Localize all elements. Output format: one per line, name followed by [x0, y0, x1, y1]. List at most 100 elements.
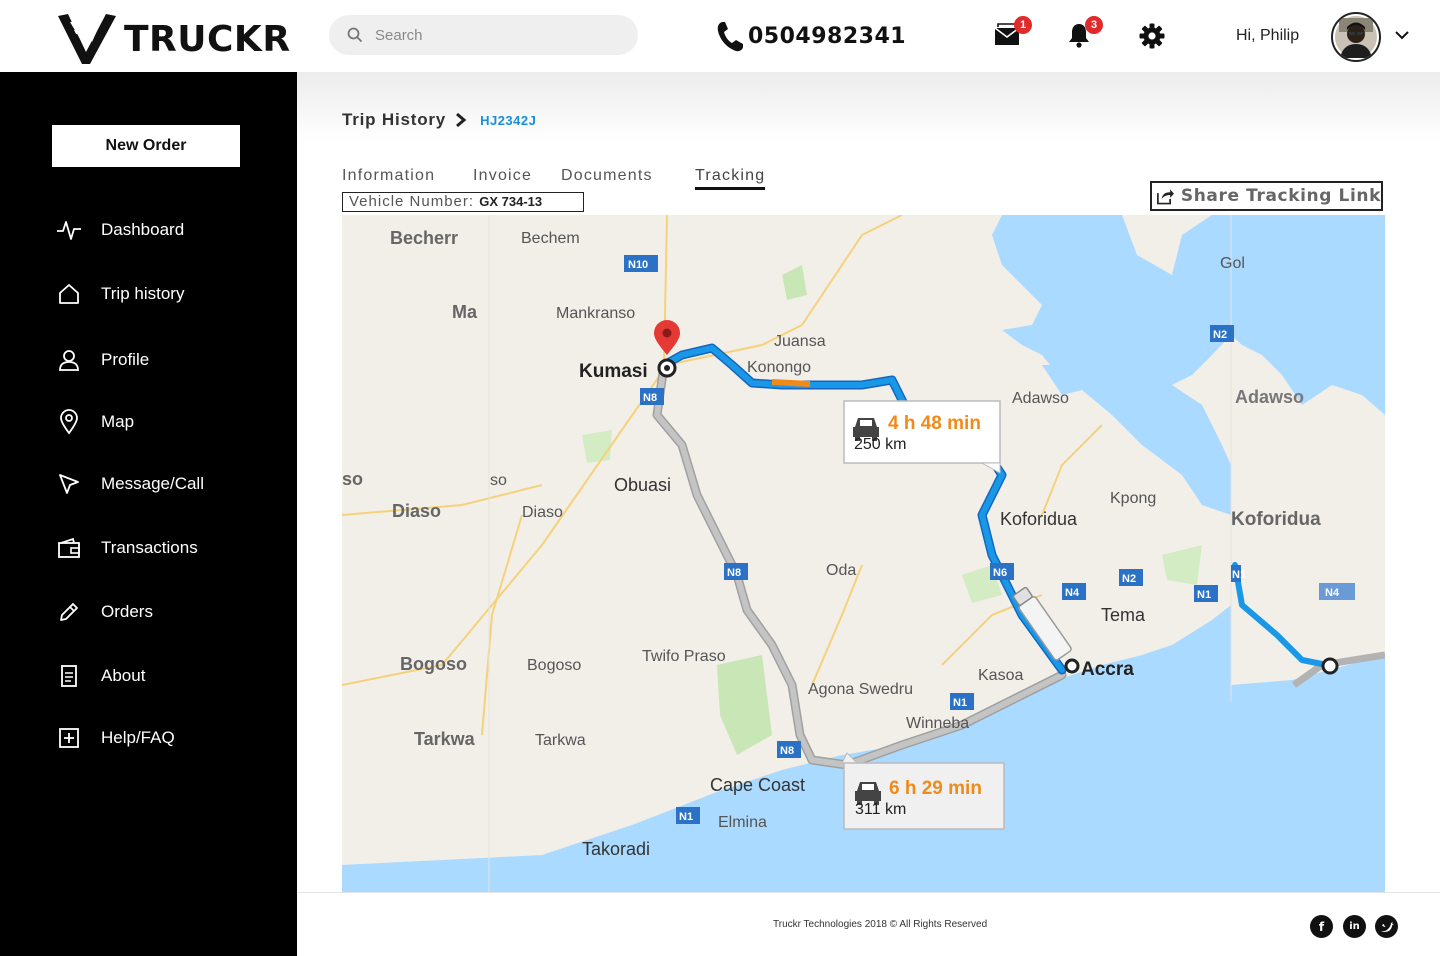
phone-number[interactable]: 0504982341 [716, 20, 906, 52]
sidebar-item-orders[interactable]: Orders [56, 599, 153, 625]
road-label: N6 [993, 567, 1007, 579]
road-label: N1 [953, 697, 967, 709]
new-order-button[interactable]: New Order [52, 125, 240, 167]
twitter-icon[interactable] [1375, 915, 1398, 938]
share-icon [1157, 189, 1174, 205]
sidebar: New Order Dashboard Trip history Profile… [0, 72, 297, 956]
place-label: Tarkwa [535, 732, 586, 749]
phone-icon [717, 22, 743, 52]
user-icon [59, 350, 79, 371]
sidebar-item-label: Orders [101, 602, 153, 621]
settings-button[interactable] [1139, 23, 1165, 54]
sidebar-item-about[interactable]: About [56, 663, 145, 689]
facebook-icon[interactable]: f [1310, 915, 1333, 938]
share-tracking-link-button[interactable]: Share Tracking Link [1150, 181, 1383, 211]
sidebar-item-transactions[interactable]: Transactions [56, 535, 198, 561]
place-label: Bogoso [400, 654, 467, 674]
road-label: N8 [780, 745, 794, 757]
place-label: Elmina [718, 814, 767, 831]
place-label: Winneba [906, 715, 969, 732]
route-distance: 250 km [854, 436, 906, 453]
vehicle-number-label: Vehicle Number: [349, 193, 475, 210]
pencil-icon [60, 603, 78, 621]
linkedin-icon[interactable]: in [1343, 915, 1366, 938]
plus-square-icon [59, 728, 79, 748]
user-photo [1335, 16, 1377, 58]
phone-number-text: 0504982341 [748, 23, 907, 49]
road-label: N4 [1065, 587, 1080, 599]
tab-tracking[interactable]: Tracking [695, 167, 766, 190]
place-label: Becherr [390, 228, 458, 248]
document-icon [61, 665, 77, 687]
tab-information[interactable]: Information [342, 167, 435, 185]
sidebar-item-trip-history[interactable]: Trip history [56, 281, 184, 307]
home-icon [59, 284, 79, 304]
search-icon [347, 27, 363, 43]
truckr-logo-icon [58, 14, 116, 64]
place-label: Adawso [1235, 387, 1304, 407]
vehicle-number-value: GX 734-13 [479, 194, 543, 209]
place-label: Tarkwa [414, 729, 476, 749]
pulse-icon [57, 221, 81, 240]
brand-name: TRUCKR [124, 18, 291, 60]
share-tracking-link-label: Share Tracking Link [1180, 186, 1381, 206]
route-duration: 4 h 48 min [888, 413, 981, 434]
place-label: so [342, 469, 363, 489]
sidebar-item-dashboard[interactable]: Dashboard [56, 217, 184, 243]
road-label: N1 [1197, 589, 1211, 601]
place-label: Bechem [521, 230, 580, 247]
sidebar-item-label: Message/Call [101, 474, 204, 493]
sidebar-item-label: Profile [101, 350, 150, 369]
tracking-map[interactable]: N10 N8 N8 N8 N6 N4 N4 N2 N2 N1 N1 N1 N1 … [342, 215, 1385, 897]
map-canvas[interactable]: N10 N8 N8 N8 N6 N4 N4 N2 N2 N1 N1 N1 N1 … [342, 215, 1385, 897]
sidebar-item-label: Trip history [101, 284, 185, 303]
place-label: Diaso [392, 501, 441, 521]
wallet-icon [58, 537, 80, 558]
top-header: TRUCKR 0504982341 1 3 [0, 0, 1440, 72]
place-label: Mankranso [556, 305, 635, 322]
sidebar-item-profile[interactable]: Profile [56, 347, 149, 373]
place-label: Kpong [1110, 490, 1156, 507]
tab-invoice[interactable]: Invoice [473, 167, 532, 185]
avatar[interactable] [1331, 12, 1381, 62]
twitter-bird-glyph [1380, 921, 1394, 932]
place-label: Konongo [747, 359, 811, 376]
gear-icon [1139, 23, 1165, 49]
place-label: Diaso [522, 504, 563, 521]
map-pin-icon [60, 409, 78, 435]
sidebar-item-map[interactable]: Map [56, 409, 134, 435]
place-label: Takoradi [582, 839, 650, 859]
tab-documents[interactable]: Documents [561, 167, 653, 185]
search-bar[interactable] [329, 15, 638, 55]
road-label: N2 [1122, 573, 1136, 585]
place-label: Juansa [774, 333, 826, 350]
truckr-logo[interactable]: TRUCKR [56, 12, 291, 66]
place-label: Agona Swedru [808, 681, 913, 698]
sidebar-item-label: About [101, 666, 146, 685]
send-icon [59, 474, 79, 494]
road-label: N4 [1325, 587, 1340, 599]
messages-button[interactable]: 1 [994, 16, 1032, 51]
search-input[interactable] [375, 26, 615, 44]
place-label: Koforidua [1231, 509, 1321, 530]
notifications-button[interactable]: 3 [1067, 16, 1103, 53]
chevron-down-icon[interactable] [1394, 30, 1410, 40]
chevron-right-icon [456, 112, 467, 128]
place-label: Ma [452, 302, 478, 322]
route-info-card[interactable]: 6 h 29 min 311 km [841, 752, 1005, 830]
breadcrumb-root[interactable]: Trip History [342, 110, 446, 130]
route-info-card[interactable]: 4 h 48 min 250 km [843, 400, 1001, 474]
sidebar-item-label: Transactions [101, 538, 198, 557]
place-label: Kumasi [579, 361, 648, 382]
route-duration: 6 h 29 min [889, 778, 982, 799]
place-label: Obuasi [614, 475, 671, 495]
place-label: Accra [1081, 659, 1134, 680]
messages-badge: 1 [1014, 16, 1032, 34]
place-label: Koforidua [1000, 509, 1078, 529]
sidebar-item-message-call[interactable]: Message/Call [56, 471, 204, 497]
notifications-badge: 3 [1085, 16, 1103, 34]
road-label: N1 [679, 811, 693, 823]
road-label: N8 [727, 567, 741, 579]
place-label: Oda [826, 562, 856, 579]
sidebar-item-help-faq[interactable]: Help/FAQ [56, 725, 175, 751]
